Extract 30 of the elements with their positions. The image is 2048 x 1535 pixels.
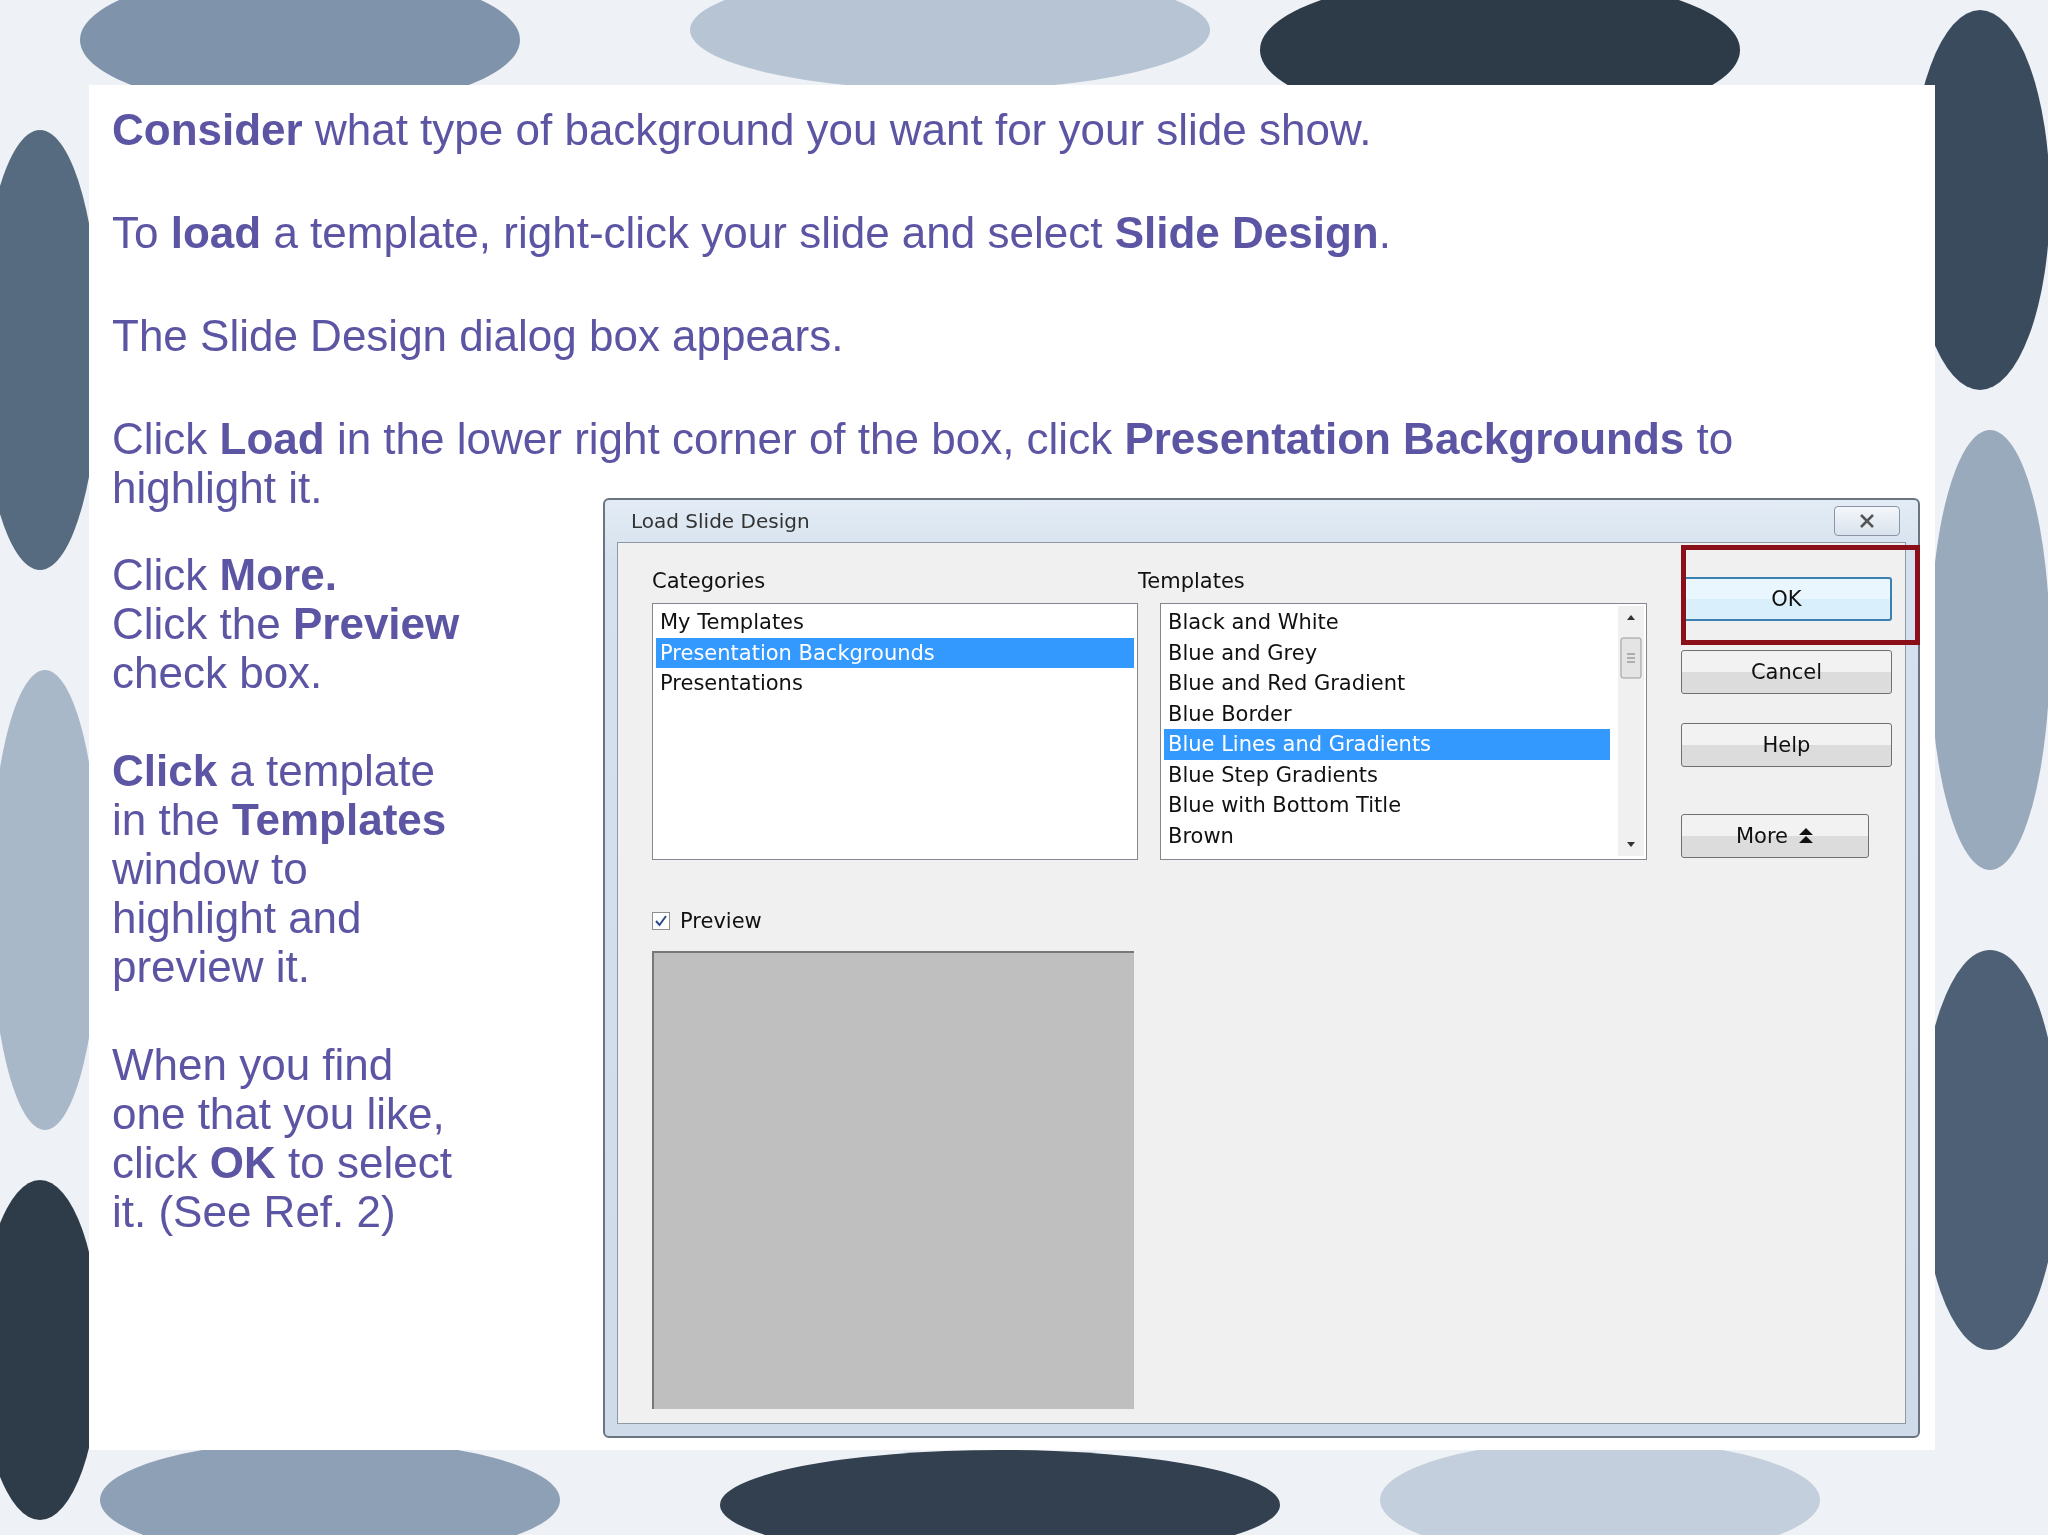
list-item[interactable]: Blue and Grey bbox=[1164, 637, 1610, 668]
list-label: Categories bbox=[652, 569, 767, 593]
list-item[interactable]: Presentations bbox=[656, 668, 1134, 699]
close-icon bbox=[1858, 514, 1876, 528]
list-box[interactable]: Black and White Blue and Grey Blue and Red Gradient Blue Border Blue Lines and Gradients Blue Step Gradients Blue with Bottom Title Brown bbox=[1160, 603, 1647, 860]
dialog-button[interactable]: More bbox=[1681, 814, 1869, 858]
list-item[interactable]: Black and White bbox=[1164, 607, 1610, 638]
dialog-button[interactable]: Cancel bbox=[1681, 650, 1892, 694]
paragraph: Click More. Click the Preview check box. bbox=[112, 550, 461, 697]
scrollbar[interactable] bbox=[1618, 606, 1644, 856]
list-item[interactable]: Brown bbox=[1164, 820, 1610, 851]
paragraph: When you find one that you like, click OK to select it. (See Ref. 2) bbox=[112, 1040, 453, 1236]
paragraph: The Slide Design dialog box appears. bbox=[112, 311, 845, 360]
dialog-button[interactable]: Help bbox=[1681, 723, 1892, 767]
list-item[interactable]: Blue and Red Gradient bbox=[1164, 668, 1610, 699]
list-item[interactable]: Blue Step Gradients bbox=[1164, 759, 1610, 790]
checkbox-label: Preview bbox=[680, 909, 762, 933]
list-item[interactable]: Blue with Bottom Title bbox=[1164, 790, 1610, 821]
checkbox[interactable] bbox=[652, 912, 670, 930]
close-button[interactable] bbox=[1834, 506, 1900, 536]
list-item[interactable]: Blue Border bbox=[1164, 698, 1610, 729]
paragraph: To load a template, right-click your slide and select Slide Design. bbox=[112, 208, 1392, 257]
paragraph: Click a template in the Templates window to highlight and preview it. bbox=[112, 746, 448, 991]
window-title: Load Slide Design bbox=[630, 509, 810, 533]
chevron-up-icon bbox=[1798, 827, 1815, 845]
list-box[interactable]: My Templates Presentation Backgrounds Presentations bbox=[652, 603, 1138, 860]
list-item[interactable]: My Templates bbox=[656, 607, 1134, 638]
paragraph: Consider what type of background you want for your slide show. bbox=[112, 105, 1373, 154]
paragraph: Click Load in the lower right corner of the box, click Presentation Backgrounds to highlight it. bbox=[112, 414, 1735, 512]
list-label: Templates bbox=[1138, 569, 1246, 593]
